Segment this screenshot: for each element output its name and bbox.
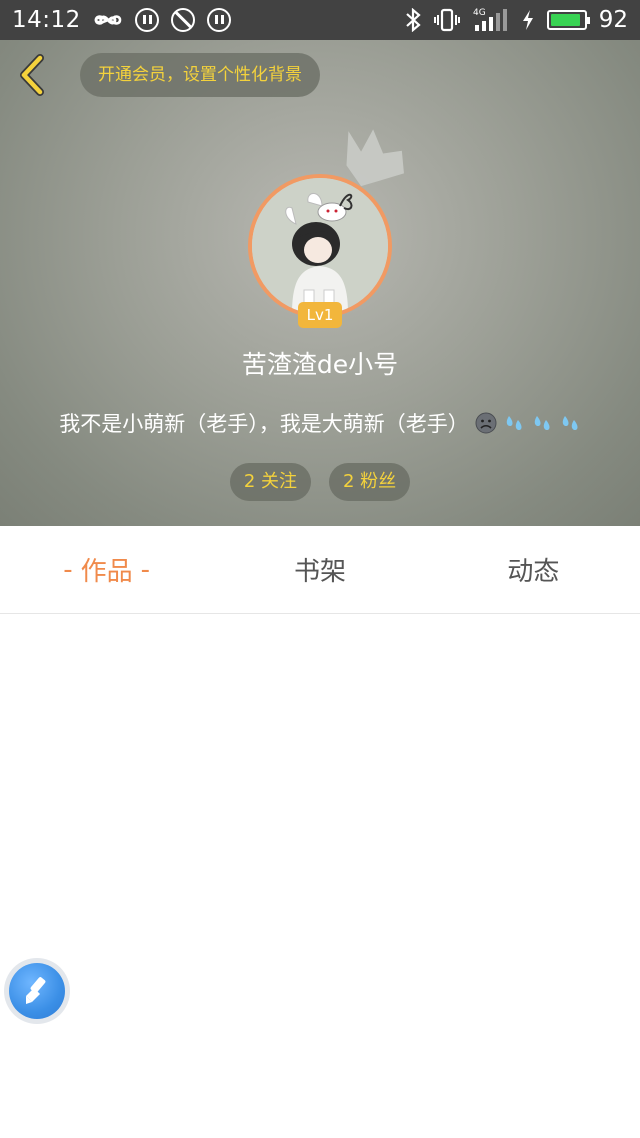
float-button-inner: [9, 963, 65, 1019]
tab-label: 书架: [293, 557, 346, 587]
username: 苦渣渣de小号: [241, 350, 399, 379]
sweat-drops-icon: [534, 416, 550, 430]
level-badge: Lv1: [298, 302, 342, 328]
works-content: [0, 615, 640, 1138]
tab-activity[interactable]: 动态: [427, 526, 640, 613]
network-label: 4G: [473, 8, 486, 18]
charging-icon: [521, 9, 535, 31]
brush-icon: [26, 977, 46, 1004]
tab-bar: - 作品 - 书架 动态: [0, 526, 640, 614]
signal-icon: 4G: [473, 7, 509, 33]
tab-label: 作品: [80, 557, 133, 587]
bio-row: 我不是小萌新（老手），我是大萌新（老手）: [0, 408, 640, 438]
tab-indicator-right: -: [140, 554, 151, 585]
tab-indicator-left: -: [63, 554, 73, 585]
pause-icon: [134, 8, 159, 32]
sad-face-icon: [475, 412, 497, 434]
followers-button[interactable]: 2 粉丝: [329, 463, 411, 501]
battery-icon: [546, 10, 590, 30]
sweat-drops-icon: [506, 416, 522, 430]
avatar-image: [252, 178, 388, 314]
profile-header: 开通会员，设置个性化背景 Lv1 苦渣渣de小号 我不是小萌新（老手），我是大萌…: [0, 40, 640, 526]
vibrate-icon: [433, 8, 461, 32]
bio-text: 我不是小萌新（老手），我是大萌新（老手）: [59, 412, 469, 436]
sweat-drops-icon: [562, 416, 578, 430]
block-icon: [170, 8, 195, 32]
back-button[interactable]: [10, 52, 56, 98]
chevron-left-icon: [20, 54, 44, 96]
status-time: 14:12: [12, 7, 81, 33]
pause-icon: [206, 8, 231, 32]
tab-label: 动态: [507, 557, 560, 587]
avatar[interactable]: [248, 174, 392, 318]
infinity-icon: [93, 11, 123, 29]
floating-brush-button[interactable]: [4, 958, 70, 1024]
battery-fill: [550, 14, 581, 26]
vip-background-banner[interactable]: 开通会员，设置个性化背景: [80, 53, 320, 97]
status-bar: 14:12 4G 92: [0, 0, 640, 40]
bluetooth-icon: [405, 8, 421, 32]
stats-row: 2 关注 2 粉丝: [0, 463, 640, 501]
tab-bookshelf[interactable]: 书架: [213, 526, 426, 613]
following-button[interactable]: 2 关注: [229, 463, 311, 501]
battery-percent: 92: [598, 7, 628, 33]
tab-works[interactable]: - 作品 -: [0, 526, 213, 613]
